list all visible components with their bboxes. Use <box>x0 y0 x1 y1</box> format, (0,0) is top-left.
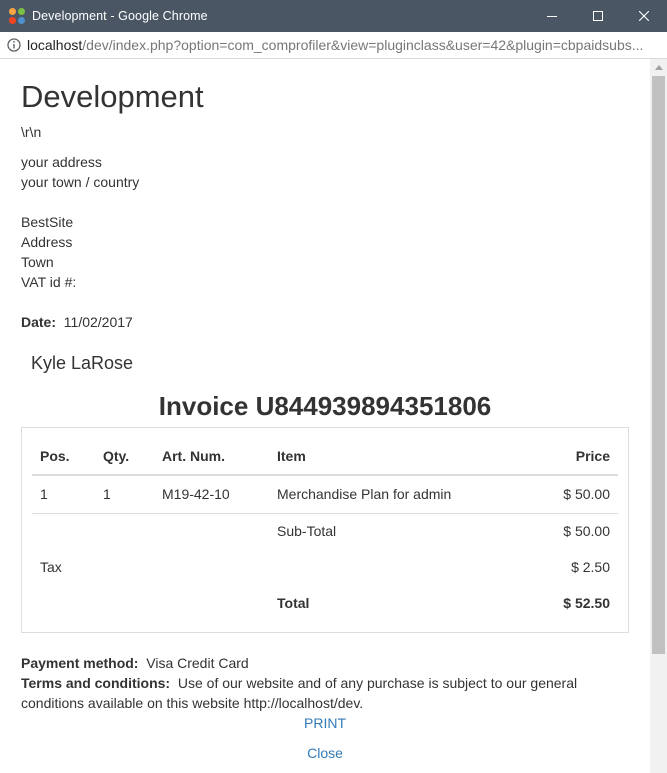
recipient-vat: VAT id #: <box>21 274 77 290</box>
payment-value: Visa Credit Card <box>146 655 249 671</box>
address-bar[interactable]: localhost/dev/index.php?option=com_compr… <box>0 32 667 59</box>
close-icon <box>639 11 649 21</box>
table-header-row: Pos. Qty. Art. Num. Item Price <box>32 438 618 476</box>
recipient-address: Address <box>21 234 73 250</box>
invoice-table: Pos. Qty. Art. Num. Item Price 1 1 M19-4… <box>32 438 618 621</box>
window-title: Development - Google Chrome <box>32 9 208 23</box>
terms-label: Terms and conditions: <box>21 675 171 691</box>
print-link[interactable]: PRINT <box>21 713 629 733</box>
scroll-up-button[interactable] <box>650 59 667 76</box>
table-row: 1 1 M19-42-10 Merchandise Plan for admin… <box>32 475 618 514</box>
scroll-up-arrow-icon <box>654 65 663 70</box>
tax-row: Tax $ 2.50 <box>32 549 618 585</box>
sender-town-line: your town / country <box>21 174 140 190</box>
subtotal-label: Sub-Total <box>277 523 337 540</box>
window-controls <box>529 0 667 32</box>
item-name: Merchandise Plan for admin <box>269 475 499 514</box>
subtotal-row: Sub-Total $ 50.00 <box>32 513 618 549</box>
scroll-thumb[interactable] <box>652 76 665 654</box>
joomla-icon <box>9 8 25 24</box>
invoice-title: Invoice U844939894351806 <box>158 391 492 421</box>
invoice-table-box: Pos. Qty. Art. Num. Item Price 1 1 M19-4… <box>21 427 629 633</box>
total-label: Total <box>277 595 310 611</box>
tax-label: Tax <box>40 559 62 575</box>
recipient-name: BestSite <box>21 214 74 230</box>
terms-text-line2: conditions available on this website htt… <box>21 695 364 711</box>
customer-name: Kyle LaRose <box>31 353 134 373</box>
sender-address-line: your address <box>21 154 102 170</box>
payment-method: Payment method: Visa Credit Card <box>21 653 249 673</box>
maximize-icon <box>593 11 603 21</box>
url-host: localhost <box>27 37 83 53</box>
header-pos: Pos. <box>32 438 95 476</box>
total-value: $ 52.50 <box>563 595 610 611</box>
date-value: 11/02/2017 <box>63 314 133 330</box>
header-price: Price <box>499 438 618 476</box>
terms-text-line1: Use of our website and of any purchase i… <box>177 675 578 691</box>
terms-line: Terms and conditions: Use of our website… <box>21 673 577 693</box>
header-art-num: Art. Num. <box>154 438 269 476</box>
escape-text: \r\n <box>21 124 42 140</box>
minimize-icon <box>547 16 557 17</box>
item-qty: 1 <box>95 475 154 514</box>
tax-value: $ 2.50 <box>571 559 610 575</box>
page-title: Development <box>21 79 204 114</box>
recipient-town: Town <box>21 254 54 270</box>
header-qty: Qty. <box>95 438 154 476</box>
info-icon[interactable] <box>7 38 21 52</box>
maximize-button[interactable] <box>575 0 621 32</box>
subtotal-value: $ 50.00 <box>563 523 610 540</box>
item-pos: 1 <box>32 475 95 514</box>
close-link[interactable]: Close <box>21 743 629 763</box>
minimize-button[interactable] <box>529 0 575 32</box>
header-item: Item <box>269 438 499 476</box>
item-art-num: M19-42-10 <box>154 475 269 514</box>
vertical-scrollbar[interactable] <box>650 59 667 773</box>
window-titlebar: Development - Google Chrome <box>0 0 667 32</box>
item-price: $ 50.00 <box>499 475 618 514</box>
url-path: /dev/index.php?option=com_comprofiler&vi… <box>82 37 644 53</box>
invoice-date: Date: 11/02/2017 <box>21 312 133 332</box>
payment-label: Payment method: <box>21 655 139 671</box>
close-window-button[interactable] <box>621 0 667 32</box>
total-row: Total $ 52.50 <box>32 585 618 621</box>
date-label: Date: <box>21 314 57 330</box>
